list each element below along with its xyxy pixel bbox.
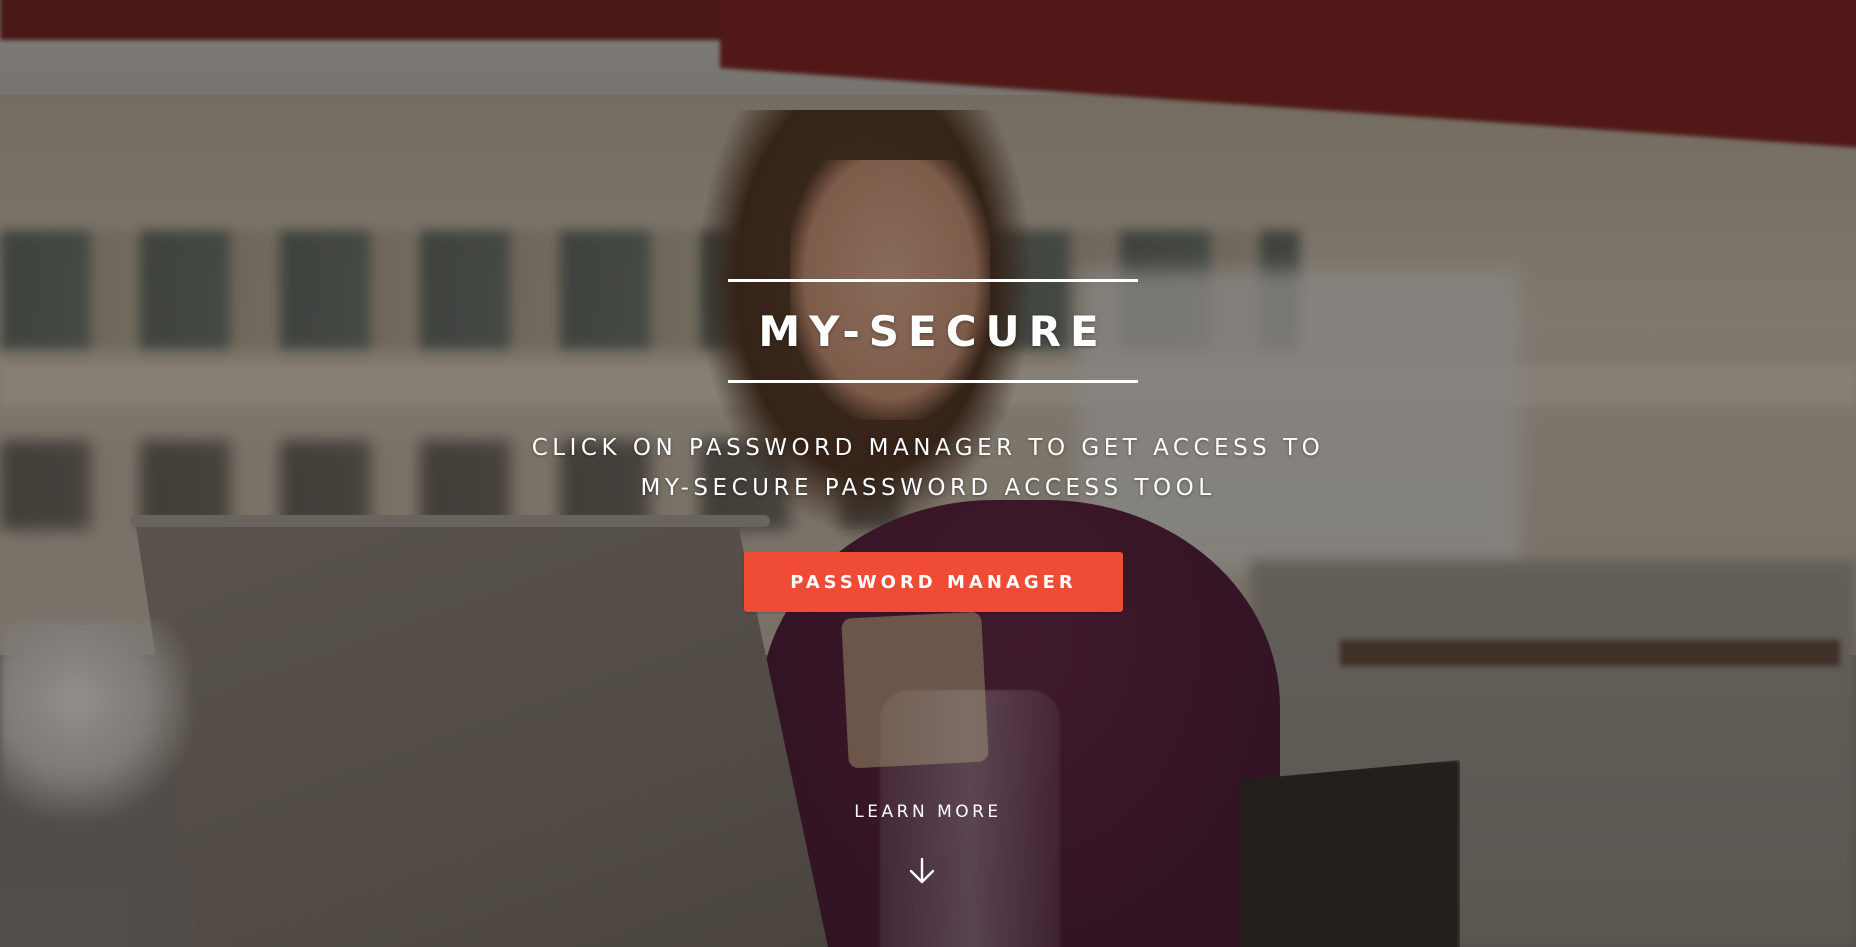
subtitle-line-2: MY-SECURE PASSWORD ACCESS TOOL	[640, 475, 1216, 501]
hero-section: MY-SECURE CLICK ON PASSWORD MANAGER TO G…	[0, 0, 1856, 947]
title-block: MY-SECURE	[728, 279, 1138, 383]
password-manager-button[interactable]: PASSWORD MANAGER	[744, 552, 1123, 612]
learn-more-link[interactable]: LEARN MORE	[828, 802, 1028, 822]
site-title: MY-SECURE	[758, 306, 1108, 356]
hero-content: MY-SECURE CLICK ON PASSWORD MANAGER TO G…	[0, 0, 1856, 947]
arrow-down-icon[interactable]	[906, 855, 938, 887]
subtitle-line-1: CLICK ON PASSWORD MANAGER TO GET ACCESS …	[531, 435, 1325, 461]
hero-subtitle: CLICK ON PASSWORD MANAGER TO GET ACCESS …	[428, 428, 1428, 508]
